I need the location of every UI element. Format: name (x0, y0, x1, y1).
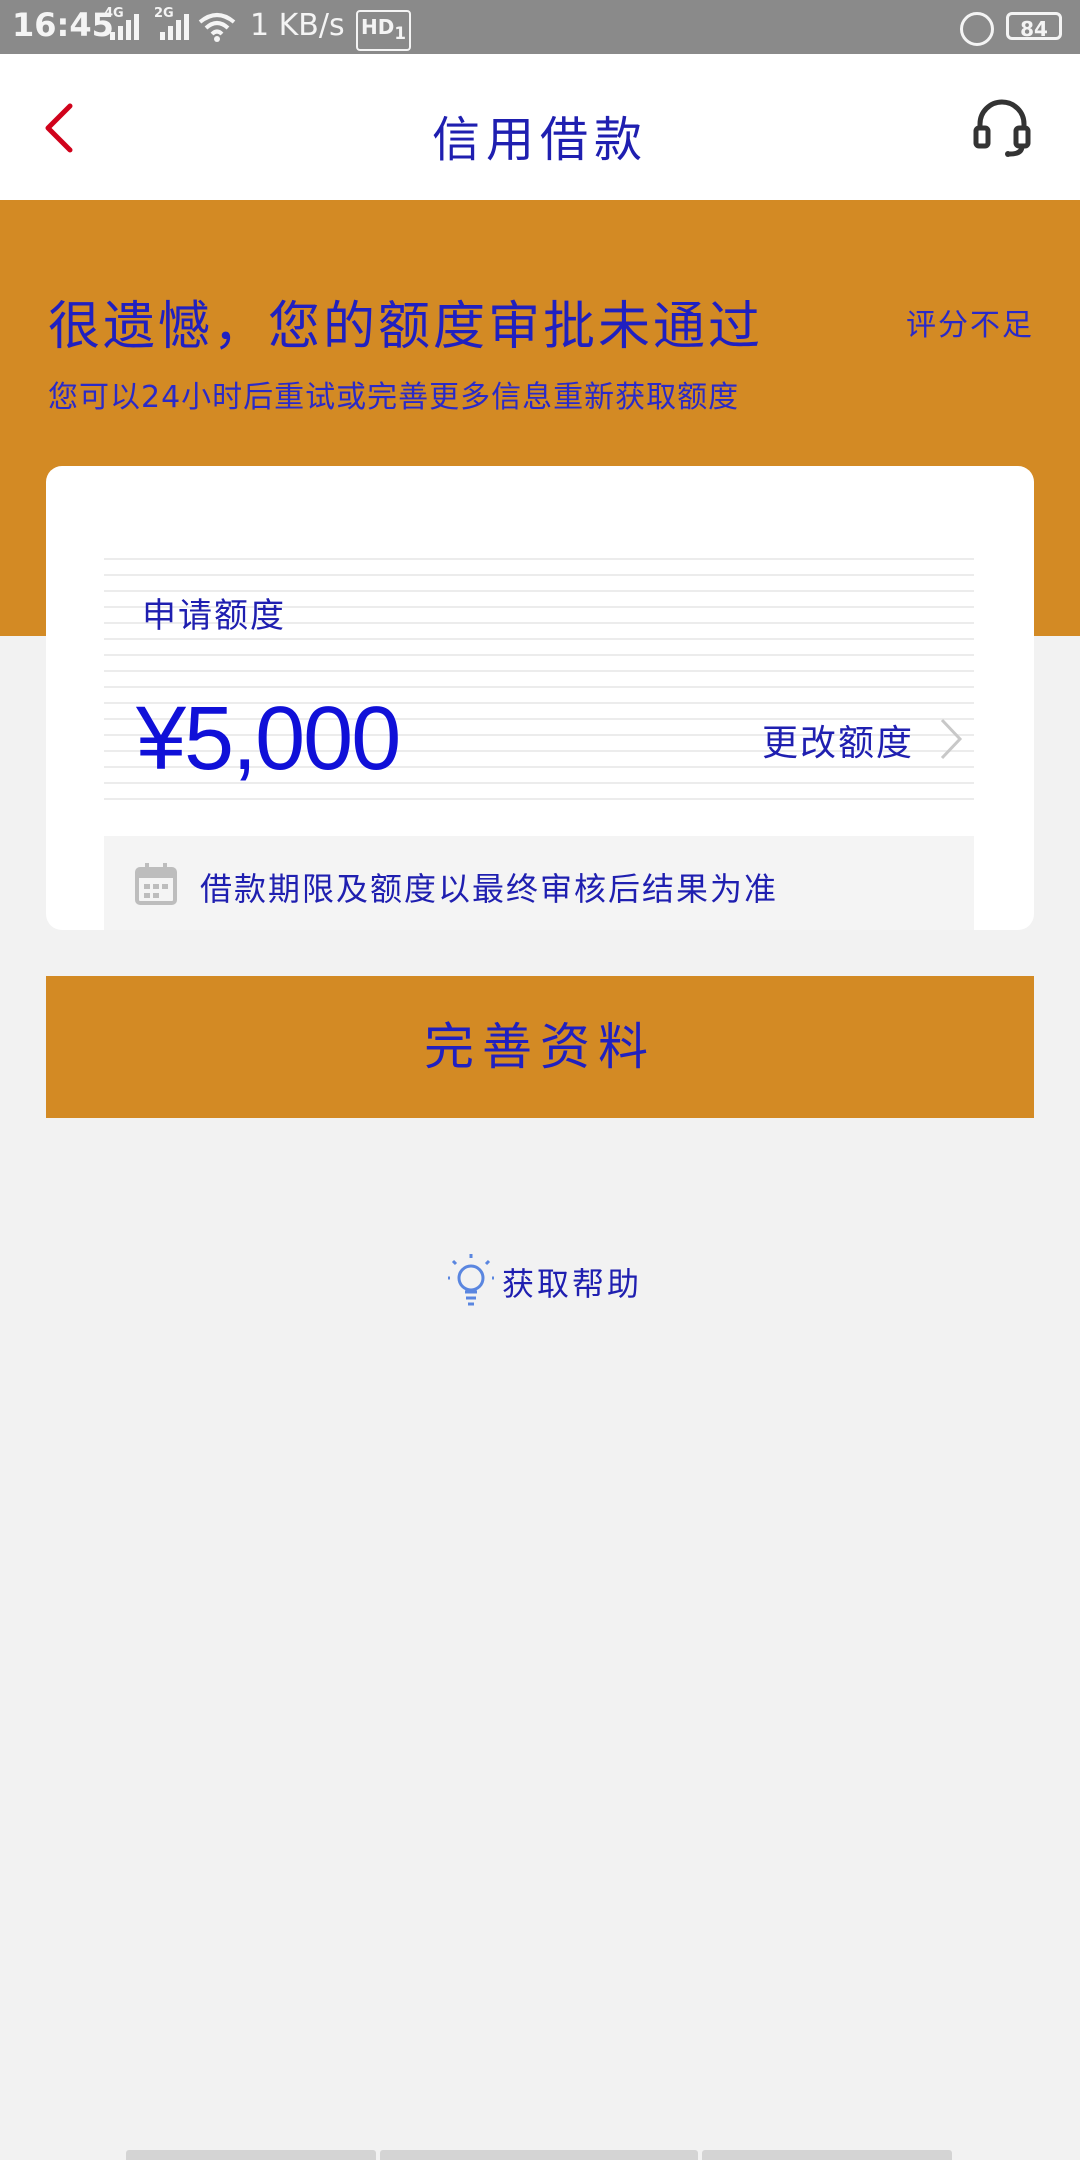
retry-subtitle: 您可以24小时后重试或完善更多信息重新获取额度 (48, 380, 740, 415)
rotation-lock-icon (960, 12, 994, 46)
network-type-1: 4G (104, 6, 124, 21)
page-title: 信用借款 (431, 112, 648, 168)
amount-label: 申请额度 (142, 596, 286, 636)
battery-indicator: 84 (1006, 12, 1062, 41)
terms-note-bar: 借款期限及额度以最终审核后结果为准 (104, 836, 974, 930)
score-note: 评分不足 (906, 308, 1034, 343)
status-time: 16:45 (12, 6, 114, 44)
bottom-edge-segment (702, 2150, 952, 2160)
get-help-label: 获取帮助 (502, 1265, 643, 1303)
amount-card: 申请额度 ¥5,000 更改额度 借款期限及额度以最终审核后结果为准 (46, 466, 1034, 930)
network-speed: 1 KB/s (250, 8, 345, 43)
app-header: 信用借款 (0, 54, 1080, 200)
get-help-link[interactable]: 获取帮助 (448, 1254, 642, 1310)
headset-icon[interactable] (970, 96, 1034, 160)
hd-label: HD (361, 15, 395, 39)
hd-voice-icon: HD1 (356, 10, 411, 51)
complete-profile-label: 完善资料 (424, 1019, 656, 1075)
bottom-edge-segment (126, 2150, 376, 2160)
signal-4g-icon: 4G (104, 6, 139, 40)
bottom-edge-segment (380, 2150, 698, 2160)
rejection-headline: 很遗憾，您的额度审批未通过 (48, 297, 764, 357)
complete-profile-button[interactable]: 完善资料 (46, 976, 1034, 1118)
wifi-icon (198, 13, 236, 42)
calendar-icon (135, 863, 177, 905)
status-bar: 16:45 4G 2G 1 KB/s HD1 84 (0, 0, 1080, 54)
signal-2g-icon: 2G (154, 6, 189, 40)
network-type-2: 2G (154, 6, 174, 21)
hd-slot: 1 (394, 24, 406, 43)
chevron-right-icon[interactable] (936, 716, 966, 762)
change-amount-link[interactable]: 更改额度 (762, 714, 914, 766)
terms-note: 借款期限及额度以最终审核后结果为准 (200, 870, 779, 908)
lightbulb-icon (448, 1254, 494, 1306)
amount-value: ¥5,000 (136, 689, 401, 789)
